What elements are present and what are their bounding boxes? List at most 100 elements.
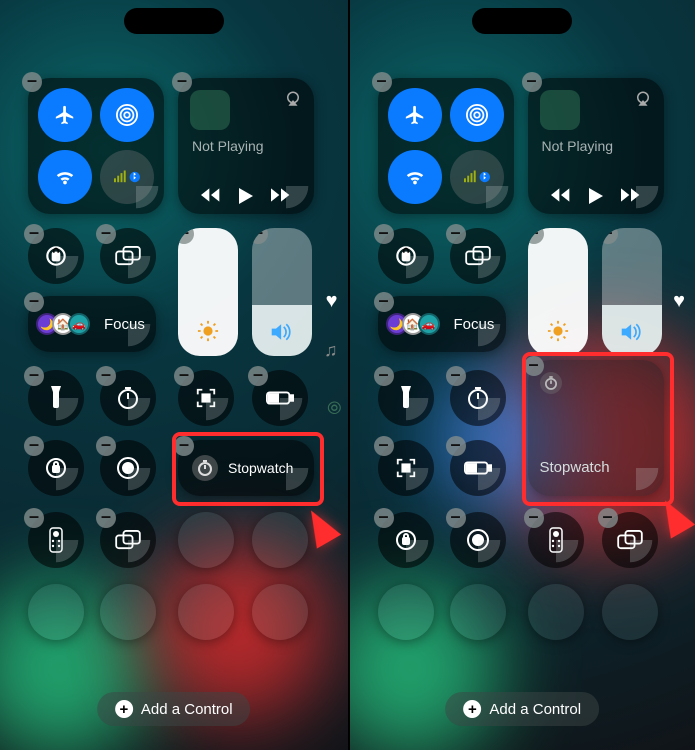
remove-button[interactable] [172,72,192,92]
window-duplicate-icon[interactable] [100,512,156,568]
qr-scanner-icon[interactable] [378,440,434,496]
remove-button[interactable] [252,228,268,244]
resize-handle[interactable] [406,398,432,424]
resize-handle[interactable] [280,398,306,424]
remove-button[interactable] [174,366,194,386]
resize-handle[interactable] [406,540,432,566]
stopwatch-tile-wide[interactable]: Stopwatch [178,440,314,496]
connectivity-tile[interactable] [378,78,514,214]
airplay-icon[interactable] [284,90,302,108]
qr-scanner-icon[interactable] [178,370,234,426]
resize-handle[interactable] [128,540,154,566]
flashlight-icon[interactable] [28,370,84,426]
empty-slot[interactable] [378,584,434,640]
media-tile[interactable]: Not Playing [178,78,314,214]
remove-button[interactable] [24,436,44,456]
battery-icon[interactable] [450,440,506,496]
media-tile[interactable]: Not Playing [528,78,664,214]
wifi-icon[interactable] [388,150,442,204]
resize-handle[interactable] [478,256,504,282]
remove-button[interactable] [374,224,394,244]
volume-slider[interactable] [602,228,662,356]
remove-button[interactable] [96,508,116,528]
remove-button[interactable] [178,228,194,244]
wifi-icon[interactable] [38,150,92,204]
airdrop-icon[interactable] [100,88,154,142]
screen-record-icon[interactable] [100,440,156,496]
remove-button[interactable] [374,292,394,312]
remove-button[interactable] [374,366,394,386]
stopwatch-tile-large[interactable]: Stopwatch [528,360,664,496]
add-control-button[interactable]: + Add a Control [97,692,251,726]
window-duplicate-icon[interactable] [602,512,658,568]
rewind-icon[interactable] [201,188,221,204]
car-key-icon[interactable] [378,512,434,568]
remove-button[interactable] [524,508,544,528]
empty-slot[interactable] [252,512,308,568]
resize-handle[interactable] [286,186,312,212]
empty-slot[interactable] [100,584,156,640]
resize-handle[interactable] [406,468,432,494]
apple-tv-remote-icon[interactable] [28,512,84,568]
rotation-lock-icon[interactable] [378,228,434,284]
airplay-icon[interactable] [634,90,652,108]
remove-button[interactable] [446,436,466,456]
apple-tv-remote-icon[interactable] [528,512,584,568]
resize-handle[interactable] [128,256,154,282]
rotation-lock-icon[interactable] [28,228,84,284]
remove-button[interactable] [96,436,116,456]
remove-button[interactable] [24,224,44,244]
remove-button[interactable] [374,436,394,456]
remove-button[interactable] [446,508,466,528]
focus-tile[interactable]: 🌙 🏠 🚗 Focus [28,296,156,352]
play-icon[interactable] [239,188,253,204]
resize-handle[interactable] [56,468,82,494]
resize-handle[interactable] [128,324,154,350]
airplane-icon[interactable] [388,88,442,142]
empty-slot[interactable] [252,584,308,640]
battery-icon[interactable] [252,370,308,426]
remove-button[interactable] [174,436,194,456]
screen-mirroring-icon[interactable] [450,228,506,284]
remove-button[interactable] [598,508,618,528]
play-icon[interactable] [589,188,603,204]
screen-record-icon[interactable] [450,512,506,568]
brightness-slider[interactable] [528,228,588,356]
resize-handle[interactable] [56,540,82,566]
remove-button[interactable] [372,72,392,92]
resize-handle[interactable] [556,540,582,566]
airplane-icon[interactable] [38,88,92,142]
focus-tile[interactable]: 🌙🏠🚗Focus [378,296,506,352]
resize-handle[interactable] [478,540,504,566]
remove-button[interactable] [24,366,44,386]
empty-slot[interactable] [178,512,234,568]
airdrop-icon[interactable] [450,88,504,142]
remove-button[interactable] [524,356,544,376]
remove-button[interactable] [602,228,618,244]
screen-mirroring-icon[interactable] [100,228,156,284]
remove-button[interactable] [522,72,542,92]
remove-button[interactable] [446,366,466,386]
flashlight-icon[interactable] [378,370,434,426]
resize-handle[interactable] [286,468,312,494]
resize-handle[interactable] [636,186,662,212]
resize-handle[interactable] [128,398,154,424]
timer-icon[interactable] [100,370,156,426]
empty-slot[interactable] [602,584,658,640]
remove-button[interactable] [528,228,544,244]
brightness-slider[interactable] [178,228,238,356]
remove-button[interactable] [24,292,44,312]
rewind-icon[interactable] [551,188,571,204]
resize-handle[interactable] [406,256,432,282]
resize-handle[interactable] [206,398,232,424]
empty-slot[interactable] [178,584,234,640]
empty-slot[interactable] [528,584,584,640]
resize-handle[interactable] [128,468,154,494]
timer-icon[interactable] [450,370,506,426]
remove-button[interactable] [248,366,268,386]
resize-handle[interactable] [478,324,504,350]
empty-slot[interactable] [28,584,84,640]
remove-button[interactable] [374,508,394,528]
remove-button[interactable] [24,508,44,528]
add-control-button[interactable]: + Add a Control [445,692,599,726]
